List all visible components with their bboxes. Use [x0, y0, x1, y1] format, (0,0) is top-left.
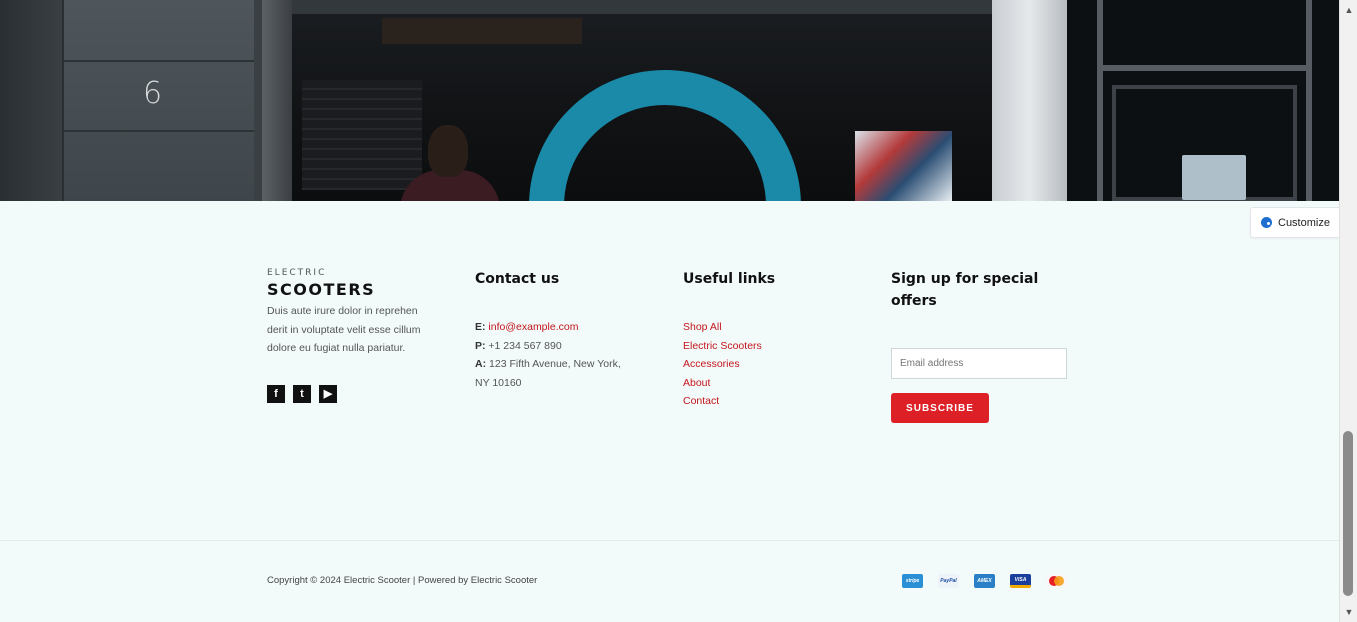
stripe-icon: stripe: [902, 574, 923, 588]
about-text: Duis aute irure dolor in reprehen derit …: [267, 305, 421, 354]
mastercard-icon: [1046, 574, 1067, 588]
paypal-icon: PayPal: [938, 574, 959, 588]
brand-tagline: ELECTRIC: [267, 268, 327, 278]
palette-icon: [1261, 217, 1272, 228]
scroll-up-icon[interactable]: ▲: [1340, 2, 1357, 18]
customize-button[interactable]: Customize: [1250, 207, 1339, 238]
email-input[interactable]: [891, 348, 1067, 379]
shop-door: [1067, 0, 1339, 201]
link-about[interactable]: About: [683, 374, 775, 393]
link-accessories[interactable]: Accessories: [683, 355, 775, 374]
contact-email-link[interactable]: info@example.com: [488, 321, 578, 333]
social-links: f t ▶: [267, 384, 437, 403]
contact-heading: Contact us: [475, 271, 560, 287]
useful-links-list: Shop All Electric Scooters Accessories A…: [683, 318, 775, 411]
footer-divider: [0, 540, 1339, 541]
useful-links-heading: Useful links: [683, 271, 776, 287]
link-contact[interactable]: Contact: [683, 392, 775, 411]
scroll-down-icon[interactable]: ▼: [1340, 604, 1357, 620]
footer-brand-column: ELECTRIC SCOOTERS Duis aute irure dolor …: [267, 268, 437, 403]
footer-signup-column: Sign up for special offers SUBSCRIBE: [891, 268, 1067, 423]
person-silhouette: [395, 125, 505, 201]
window-poster: [855, 131, 952, 201]
footer-links-column: Useful links Shop All Electric Scooters …: [683, 268, 775, 411]
customize-label: Customize: [1278, 216, 1330, 229]
subscribe-button[interactable]: SUBSCRIBE: [891, 393, 989, 423]
contact-phone: +1 234 567 890: [488, 339, 562, 352]
link-shop-all[interactable]: Shop All: [683, 318, 775, 337]
signup-heading: Sign up for special offers: [891, 271, 1039, 309]
payment-methods: stripe PayPal AMEX VISA: [902, 574, 1067, 588]
facebook-icon[interactable]: f: [267, 384, 285, 403]
page-scrollbar[interactable]: ▲ ▼: [1339, 0, 1357, 622]
scrollbar-thumb[interactable]: [1343, 431, 1353, 596]
house-number: 6: [143, 76, 163, 111]
amex-icon: AMEX: [974, 574, 995, 588]
link-electric-scooters[interactable]: Electric Scooters: [683, 337, 775, 356]
footer-contact-column: Contact us E: info@example.com P: +1 234…: [475, 268, 625, 392]
visa-icon: VISA: [1010, 574, 1031, 588]
brand-name: SCOOTERS: [267, 280, 376, 299]
twitter-icon[interactable]: t: [293, 384, 311, 403]
copyright-text: Copyright © 2024 Electric Scooter | Powe…: [267, 575, 538, 586]
contact-list: E: info@example.com P: +1 234 567 890 A:…: [475, 321, 621, 389]
contact-address: 123 Fifth Avenue, New York, NY 10160: [475, 358, 621, 389]
youtube-icon[interactable]: ▶: [319, 384, 337, 403]
hero-wall: [0, 0, 262, 201]
hero-image: 6: [0, 0, 1339, 201]
